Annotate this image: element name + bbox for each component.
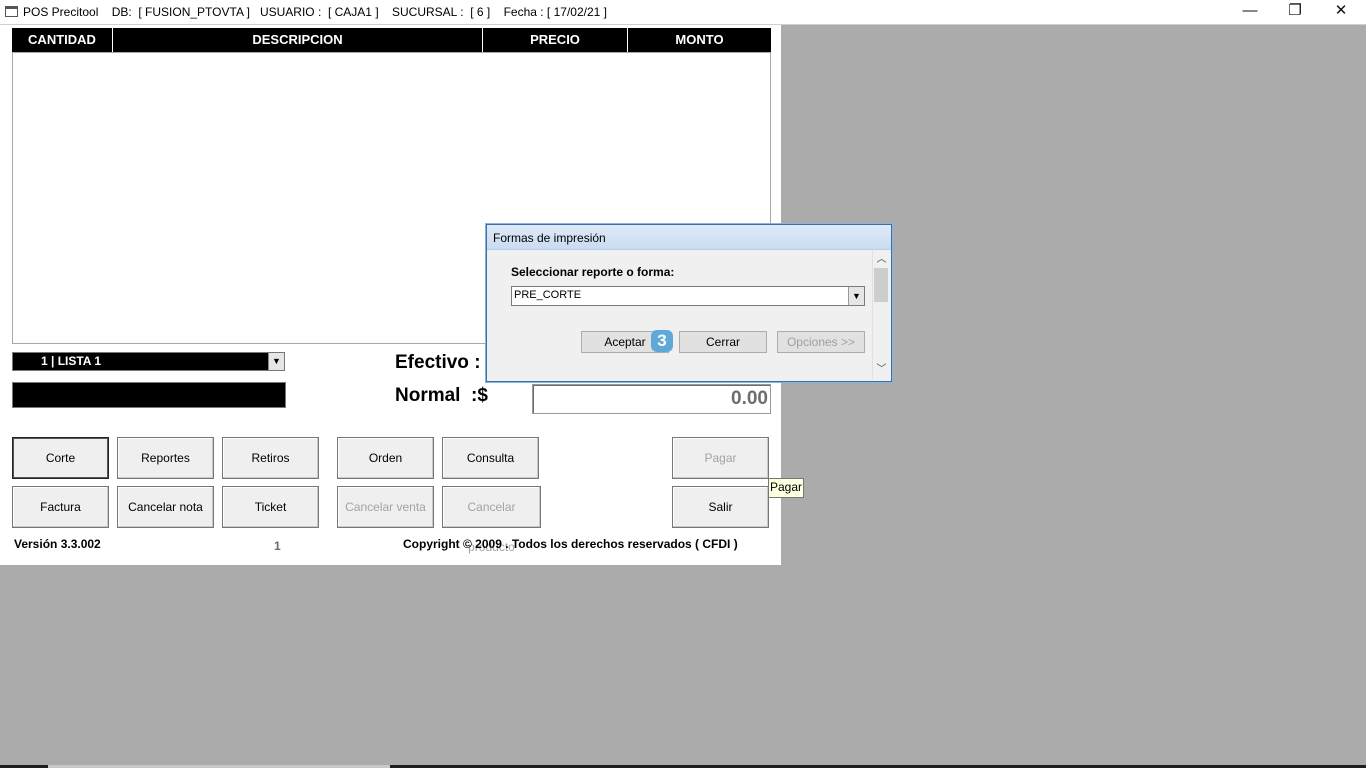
efectivo-label: Efectivo :: [395, 352, 481, 373]
chevron-down-icon[interactable]: ▼: [848, 287, 864, 305]
dialog-title: Formas de impresión: [493, 231, 606, 245]
cancelar-venta-button[interactable]: Cancelar venta: [337, 486, 434, 528]
barcode-input[interactable]: [12, 382, 286, 408]
corte-button[interactable]: Corte: [12, 437, 109, 479]
price-list-selected: 1 | LISTA 1: [41, 354, 102, 368]
consulta-button[interactable]: Consulta: [442, 437, 539, 479]
minimize-button[interactable]: —: [1227, 0, 1273, 24]
print-forms-dialog: Formas de impresión Seleccionar reporte …: [486, 224, 892, 382]
select-report-label: Seleccionar reporte o forma:: [511, 265, 675, 279]
normal-label: Normal :$: [395, 385, 488, 406]
dialog-title-bar[interactable]: Formas de impresión: [487, 225, 891, 250]
column-monto[interactable]: MONTO: [628, 28, 771, 52]
scroll-down-icon[interactable]: ﹀: [873, 362, 890, 377]
items-grid-header: CANTIDAD DESCRIPCION PRECIO MONTO: [12, 28, 771, 52]
column-descripcion[interactable]: DESCRIPCION: [113, 28, 483, 52]
reportes-button[interactable]: Reportes: [117, 437, 214, 479]
pagar-tooltip: Pagar: [768, 478, 804, 498]
cerrar-button[interactable]: Cerrar: [679, 331, 767, 353]
pagar-button[interactable]: Pagar: [672, 437, 769, 479]
column-cantidad[interactable]: CANTIDAD: [12, 28, 113, 52]
chevron-down-icon[interactable]: ▼: [268, 353, 284, 370]
close-button[interactable]: ✕: [1318, 0, 1364, 24]
app-window-icon: [5, 6, 18, 17]
retiros-button[interactable]: Retiros: [222, 437, 319, 479]
report-form-select[interactable]: PRE_CORTE ▼: [511, 286, 865, 306]
restore-button[interactable]: ❐: [1272, 0, 1318, 24]
scroll-thumb[interactable]: [874, 268, 888, 302]
dialog-scrollbar[interactable]: ︿ ﹀: [872, 250, 890, 379]
copyright-label: Copyright © 2009 . Todos los derechos re…: [403, 537, 738, 551]
report-form-selected: PRE_CORTE: [514, 289, 582, 301]
scroll-up-icon[interactable]: ︿: [873, 252, 890, 267]
opciones-button[interactable]: Opciones >>: [777, 331, 865, 353]
price-list-select[interactable]: 1 | LISTA 1 ▼: [12, 352, 285, 371]
page-number: 1: [274, 539, 281, 553]
cancelar-nota-button[interactable]: Cancelar nota: [117, 486, 214, 528]
ticket-button[interactable]: Ticket: [222, 486, 319, 528]
step-badge: 3: [651, 330, 673, 352]
cancelar-producto-button[interactable]: Cancelar producto: [442, 486, 541, 554]
total-amount-field: 0.00: [532, 384, 771, 414]
column-precio[interactable]: PRECIO: [483, 28, 628, 52]
salir-button[interactable]: Salir: [672, 486, 769, 528]
window-title: POS Precitool DB: [ FUSION_PTOVTA ] USUA…: [23, 5, 607, 19]
total-amount: 0.00: [731, 388, 768, 409]
factura-button[interactable]: Factura: [12, 486, 109, 528]
version-label: Versión 3.3.002: [14, 537, 101, 551]
title-bar: POS Precitool DB: [ FUSION_PTOVTA ] USUA…: [0, 0, 1366, 25]
dialog-content: Seleccionar reporte o forma: PRE_CORTE ▼…: [489, 250, 871, 379]
orden-button[interactable]: Orden: [337, 437, 434, 479]
